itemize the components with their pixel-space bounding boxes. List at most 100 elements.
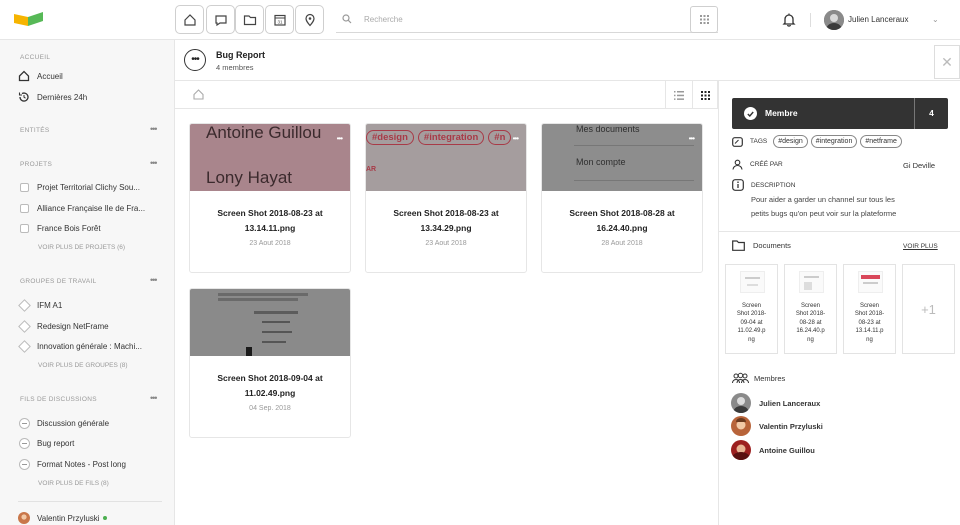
sidebar-item-groupe[interactable]: Innovation générale : Machi... xyxy=(17,339,142,353)
file-card[interactable]: Antoine Guillou Lony Hayat ••• Screen Sh… xyxy=(189,123,351,273)
creator-name[interactable]: Gi Deville xyxy=(903,161,935,170)
avatar xyxy=(731,440,751,460)
sidebar-current-user[interactable]: Valentin Przyluski xyxy=(18,512,107,524)
sidebar-item-label: Alliance Française Ile de Fra... xyxy=(37,203,146,213)
bell-icon xyxy=(782,13,796,27)
document-name: Screen Shot 2018- 08-28 at 16.24.40.p ng xyxy=(795,303,826,343)
home-nav-button[interactable] xyxy=(175,5,204,34)
documents-label: Documents xyxy=(753,241,791,250)
description-label: DESCRIPTION xyxy=(751,181,796,189)
sidebar-item-label: Projet Territorial Clichy Sou... xyxy=(37,182,140,192)
file-name: Screen Shot 2018-08-28 at 16.24.40.png xyxy=(569,208,675,233)
file-date: 04 Sep. 2018 xyxy=(249,405,291,412)
sidebar-divider xyxy=(18,501,162,502)
calendar-day: 31 xyxy=(277,19,283,24)
file-menu-icon[interactable]: ••• xyxy=(689,134,695,143)
more-documents-tile[interactable]: +1 xyxy=(902,264,955,354)
members-icon xyxy=(732,372,749,384)
fils-more-icon[interactable]: ••• xyxy=(150,393,158,403)
projets-more-icon[interactable]: ••• xyxy=(150,158,158,168)
location-pin-icon xyxy=(304,13,315,26)
file-card[interactable]: Mes documents Mon compte ••• Screen Shot… xyxy=(541,123,703,273)
close-panel-button[interactable]: ✕ xyxy=(934,45,960,79)
description-text: Pour aider a garder un channel sur tous … xyxy=(751,193,896,220)
more-threads-link[interactable]: VOIR PLUS DE FILS (8) xyxy=(38,480,109,487)
file-card[interactable]: Screen Shot 2018-09-04 at 11.02.49.png 0… xyxy=(189,288,351,438)
notifications-button[interactable] xyxy=(782,12,796,27)
sidebar-item-projet[interactable]: Projet Territorial Clichy Sou... xyxy=(18,181,140,193)
sidebar-item-groupe[interactable]: IFM A1 xyxy=(17,298,63,312)
grid-icon xyxy=(700,90,710,100)
entites-more-icon[interactable]: ••• xyxy=(150,124,158,134)
sidebar-item-fil[interactable]: Bug report xyxy=(18,437,74,449)
search-filter-button[interactable] xyxy=(690,6,718,33)
home-icon xyxy=(18,70,30,82)
preview-text: Mon compte xyxy=(576,157,626,167)
online-status-dot xyxy=(102,516,107,520)
chevron-down-icon[interactable]: ⌄ xyxy=(932,15,939,24)
documents-toolbar xyxy=(175,81,718,109)
more-projects-link[interactable]: VOIR PLUS DE PROJETS (6) xyxy=(38,244,125,251)
groupes-more-icon[interactable]: ••• xyxy=(150,275,158,285)
sidebar-item-label: IFM A1 xyxy=(37,300,63,310)
more-groups-link[interactable]: VOIR PLUS DE GROUPES (8) xyxy=(38,362,128,369)
grid-view-button[interactable] xyxy=(692,81,718,109)
section-entites: ENTITÉS xyxy=(20,127,50,134)
user-avatar[interactable] xyxy=(824,10,844,30)
project-icon xyxy=(19,223,29,233)
file-menu-icon[interactable]: ••• xyxy=(337,134,343,143)
channel-member-count: 4 membres xyxy=(216,63,254,72)
sidebar-item-label: Innovation générale : Machi... xyxy=(37,341,142,351)
search-icon xyxy=(342,14,352,24)
panel-divider xyxy=(719,231,960,232)
channel-info-panel: Membre 4 TAGS #design #integration #netf… xyxy=(718,81,960,525)
preview-text: AR xyxy=(366,166,377,173)
workgroup-icon xyxy=(17,319,31,333)
member-item[interactable]: Valentin Przyluski xyxy=(731,416,823,436)
preview-tag: #n xyxy=(488,130,512,145)
sidebar-item-projet[interactable]: Alliance Française Ile de Fra... xyxy=(18,202,145,214)
topbar-divider xyxy=(810,13,811,27)
sidebar-item-projet[interactable]: France Bois Forêt xyxy=(18,222,101,234)
channel-title: Bug Report xyxy=(216,50,265,60)
netframe-logo[interactable] xyxy=(14,12,44,26)
document-thumbnail[interactable]: Screen Shot 2018- 09-04 at 11.02.49.p ng xyxy=(725,264,778,354)
file-card[interactable]: #design #integration #n AR ••• Screen Sh… xyxy=(365,123,527,273)
list-icon xyxy=(674,90,684,100)
sidebar-item-groupe[interactable]: Redesign NetFrame xyxy=(17,319,109,333)
sidebar-item-fil[interactable]: Format Notes - Post long xyxy=(18,458,126,470)
member-item[interactable]: Antoine Guillou xyxy=(731,440,815,460)
section-accueil: ACCUEIL xyxy=(20,54,51,61)
tag-chip[interactable]: #netframe xyxy=(860,135,902,148)
member-item[interactable]: Julien Lanceraux xyxy=(731,393,820,413)
sidebar-item-recent[interactable]: Dernières 24h xyxy=(18,91,87,103)
sidebar-item-accueil[interactable]: Accueil xyxy=(18,70,63,82)
document-thumbnail[interactable]: Screen Shot 2018- 08-28 at 16.24.40.p ng xyxy=(784,264,837,354)
document-thumbnail[interactable]: Screen Shot 2018- 08-23 at 13.14.11.p ng xyxy=(843,264,896,354)
apps-grid-icon xyxy=(699,15,709,24)
search-bar[interactable]: Recherche xyxy=(336,6,718,33)
breadcrumb[interactable] xyxy=(192,88,205,101)
description-line: petits bugs qu'on peut voir sur la plate… xyxy=(751,208,897,218)
sidebar-item-fil[interactable]: Discussion générale xyxy=(18,417,109,429)
list-view-button[interactable] xyxy=(665,81,692,109)
avatar xyxy=(731,416,751,436)
map-nav-button[interactable] xyxy=(295,5,324,34)
document-name: Screen Shot 2018- 08-23 at 13.14.11.p ng xyxy=(854,303,885,343)
members-label: Membres xyxy=(754,373,786,383)
user-name[interactable]: Julien Lanceraux xyxy=(848,15,908,24)
sidebar-item-label: France Bois Forêt xyxy=(37,223,101,233)
info-icon xyxy=(732,179,744,191)
documents-nav-button[interactable] xyxy=(235,5,264,34)
description-line: Pour aider a garder un channel sur tous … xyxy=(751,195,895,204)
folder-icon xyxy=(732,240,745,251)
calendar-nav-button[interactable]: 31 xyxy=(265,5,294,34)
file-menu-icon[interactable]: ••• xyxy=(513,134,519,143)
tag-icon xyxy=(732,136,743,147)
preview-text: Mes documents xyxy=(576,124,640,134)
member-status-button[interactable]: Membre 4 xyxy=(732,98,948,129)
messages-nav-button[interactable] xyxy=(206,5,235,34)
tag-chip[interactable]: #integration xyxy=(810,135,858,148)
tag-chip[interactable]: #design xyxy=(773,135,808,148)
voir-plus-link[interactable]: VOIR PLUS xyxy=(903,243,938,250)
